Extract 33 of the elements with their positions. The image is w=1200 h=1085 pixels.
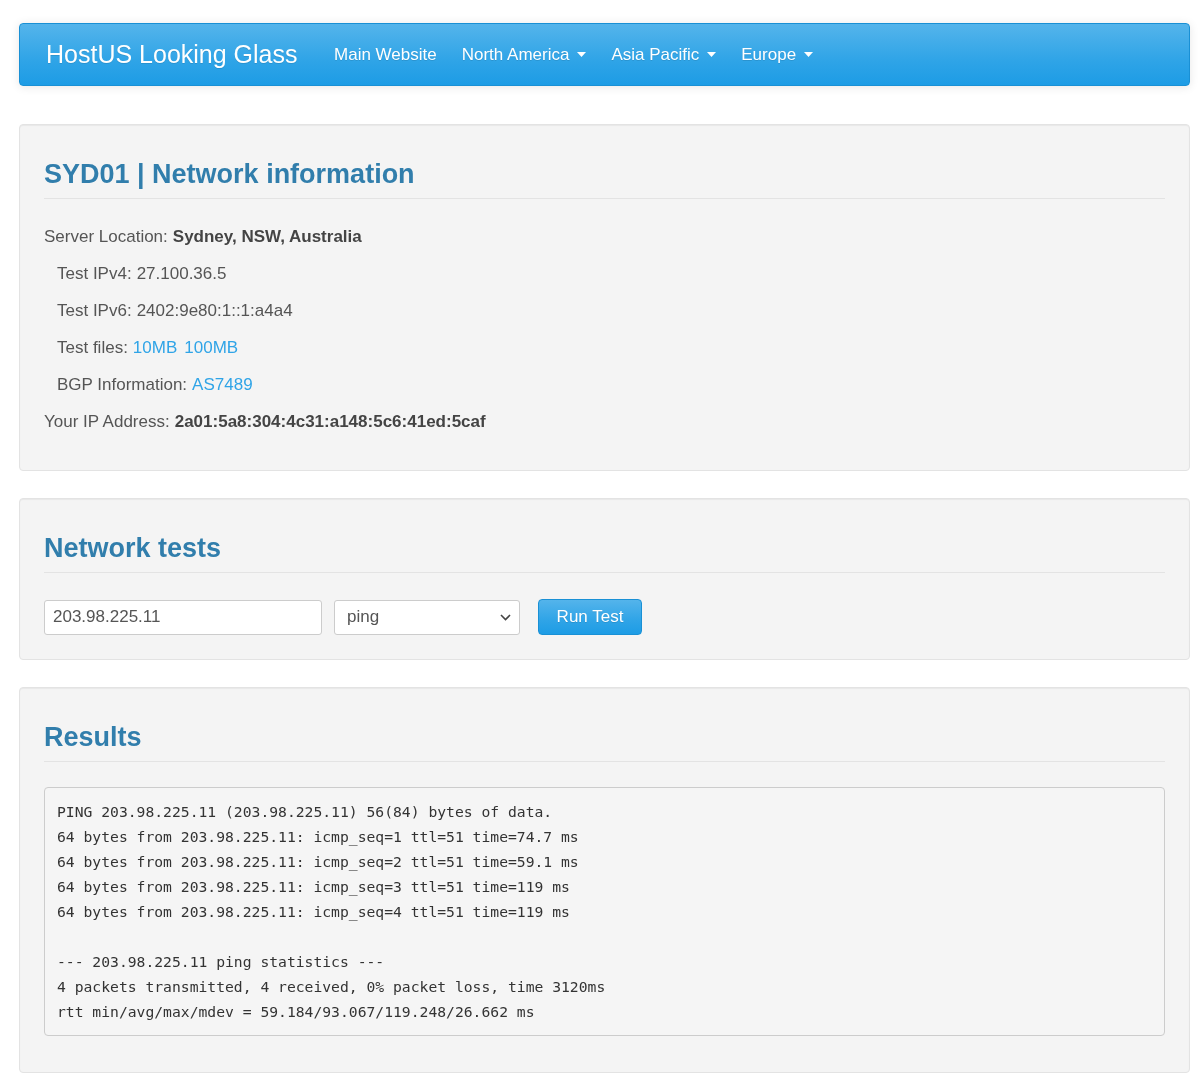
nav-link[interactable]: Europe — [728, 44, 826, 65]
info-label: Test IPv4: — [57, 263, 132, 284]
output-line: 4 packets transmitted, 4 received, 0% packet loss, time 3120ms — [57, 977, 606, 997]
nav-link[interactable]: Main Website — [321, 44, 450, 65]
output-line: 64 bytes from 203.98.225.11: icmp_seq=3 ttl=51 time=119 ms — [57, 877, 570, 898]
run-test-button[interactable]: Run Test — [538, 599, 642, 635]
info-value: 27.100.36.5 — [136, 263, 227, 284]
output-line: --- 203.98.225.11 ping statistics --- — [57, 952, 385, 972]
brand-link[interactable]: HostUS Looking Glass — [46, 40, 298, 69]
output-line: 64 bytes from 203.98.225.11: icmp_seq=2 ttl=51 time=59.1 ms — [57, 852, 579, 873]
link[interactable]: 10MB — [132, 337, 178, 358]
info-label: BGP Information: — [57, 374, 188, 395]
section-title: SYD01 | Network information — [44, 159, 415, 189]
section-title: Results — [44, 722, 142, 752]
info-label: Test files: — [57, 337, 128, 358]
test-type-select[interactable]: ping — [334, 599, 520, 635]
host-input[interactable]: 203.98.225.11 — [44, 599, 322, 635]
info-label: Server Location: — [44, 226, 168, 247]
info-label: Your IP Address: — [44, 411, 170, 432]
section-title: Network tests — [44, 533, 222, 563]
output-line: 64 bytes from 203.98.225.11: icmp_seq=1 ttl=51 time=74.7 ms — [57, 827, 579, 848]
info-value: 2402:9e80:1::1:a4a4 — [136, 300, 293, 321]
chevron-down-icon — [500, 613, 511, 621]
info-value: 2a01:5a8:304:4c31:a148:5c6:41ed:5caf — [174, 411, 486, 432]
nav-link[interactable]: North America — [449, 44, 599, 65]
link[interactable]: 100MB — [184, 337, 239, 358]
info-value: Sydney, NSW, Australia — [172, 226, 362, 247]
output-line: 64 bytes from 203.98.225.11: icmp_seq=4 ttl=51 time=119 ms — [57, 902, 570, 923]
output-line: PING 203.98.225.11 (203.98.225.11) 56(84) bytes of data. — [57, 802, 553, 822]
output-line: rtt min/avg/max/mdev = 59.184/93.067/119.248/26.662 ms — [57, 1002, 535, 1022]
info-label: Test IPv6: — [57, 300, 132, 321]
link[interactable]: AS7489 — [192, 374, 253, 395]
nav-link[interactable]: Asia Pacific — [598, 44, 729, 65]
